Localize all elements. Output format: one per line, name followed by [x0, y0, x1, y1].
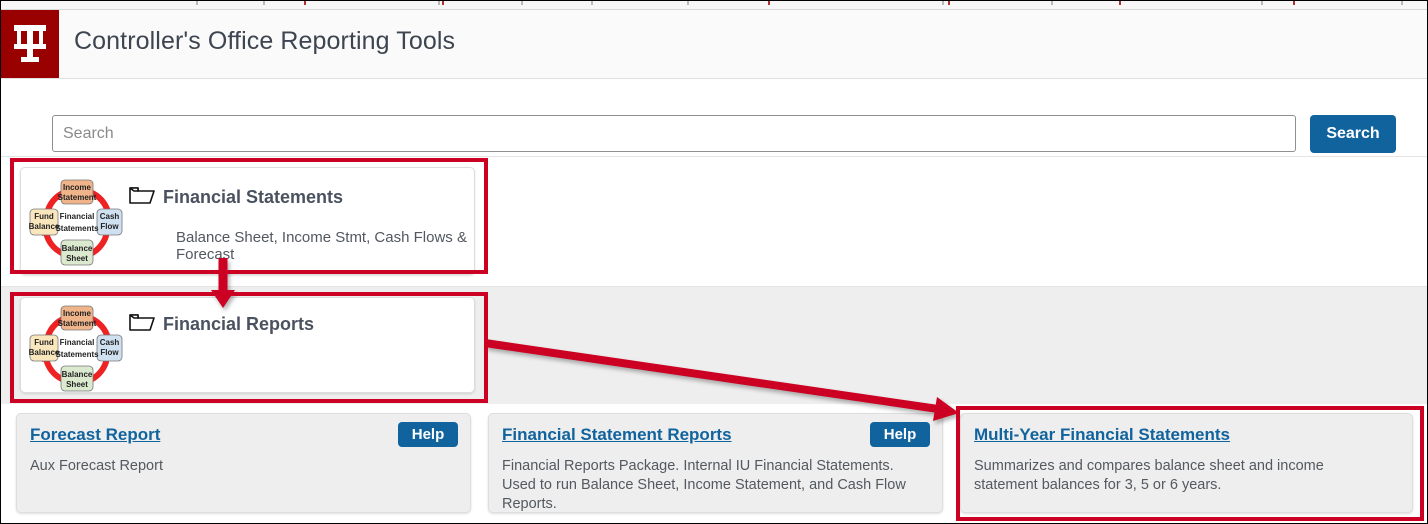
- svg-text:Balance: Balance: [62, 244, 93, 253]
- report-card-multi-year-financial-statements[interactable]: Multi-Year Financial Statements Summariz…: [960, 413, 1413, 513]
- app-header: Controller's Office Reporting Tools: [1, 10, 1427, 79]
- folder-row-financial-reports: Income Statement Cash Flow Balance Sheet…: [1, 286, 1427, 404]
- report-card-forecast-report[interactable]: Forecast Report Help Aux Forecast Report: [16, 413, 471, 513]
- folder-name: Financial Reports: [163, 313, 315, 334]
- svg-text:Flow: Flow: [100, 222, 119, 231]
- svg-text:Statement: Statement: [58, 319, 97, 328]
- svg-text:Financial: Financial: [60, 212, 95, 221]
- search-button[interactable]: Search: [1310, 115, 1396, 153]
- folder-row-financial-statements: Income Statement Cash Flow Balance Sheet…: [1, 156, 1427, 286]
- svg-text:Income: Income: [63, 183, 92, 192]
- report-title-link[interactable]: Financial Statement Reports: [502, 425, 732, 445]
- svg-text:Cash: Cash: [100, 212, 120, 221]
- svg-text:Financial: Financial: [60, 338, 95, 347]
- report-title-link[interactable]: Forecast Report: [30, 425, 160, 445]
- report-title-link[interactable]: Multi-Year Financial Statements: [974, 425, 1230, 445]
- financial-statements-cycle-icon: Income Statement Cash Flow Balance Sheet…: [28, 302, 126, 392]
- search-input[interactable]: [52, 115, 1296, 152]
- cut-off-content-sliver: [1, 1, 1427, 10]
- svg-text:Balance: Balance: [62, 370, 93, 379]
- svg-text:Fund: Fund: [34, 338, 54, 347]
- page-title: Controller's Office Reporting Tools: [74, 27, 456, 55]
- svg-text:Statements: Statements: [55, 350, 99, 359]
- svg-text:Sheet: Sheet: [66, 380, 88, 389]
- report-description: Summarizes and compares balance sheet an…: [974, 458, 1324, 493]
- report-description: Aux Forecast Report: [30, 458, 163, 474]
- help-button[interactable]: Help: [398, 422, 458, 447]
- svg-text:Fund: Fund: [34, 212, 54, 221]
- svg-text:Income: Income: [63, 309, 92, 318]
- folder-icon: [129, 311, 155, 337]
- search-bar: Search: [1, 80, 1427, 156]
- svg-text:Sheet: Sheet: [66, 254, 88, 263]
- report-card-financial-statement-reports[interactable]: Financial Statement Reports Help Financi…: [488, 413, 943, 513]
- help-button[interactable]: Help: [870, 422, 930, 447]
- folder-icon: [129, 184, 155, 210]
- report-description: Financial Reports Package. Internal IU F…: [502, 458, 906, 512]
- iu-trident-logo: [1, 10, 59, 78]
- financial-statements-cycle-icon: Income Statement Cash Flow Balance Sheet…: [28, 176, 126, 274]
- page-root: Controller's Office Reporting Tools Sear…: [0, 0, 1428, 524]
- svg-text:Cash: Cash: [100, 338, 120, 347]
- folder-card-financial-statements[interactable]: Income Statement Cash Flow Balance Sheet…: [20, 167, 475, 275]
- folder-name: Financial Statements: [163, 186, 344, 207]
- folder-card-financial-reports[interactable]: Income Statement Cash Flow Balance Sheet…: [20, 297, 475, 393]
- svg-text:Statement: Statement: [58, 193, 97, 202]
- folder-description: Balance Sheet, Income Stmt, Cash Flows &…: [176, 229, 467, 263]
- svg-text:Statements: Statements: [55, 224, 99, 233]
- svg-text:Flow: Flow: [100, 348, 119, 357]
